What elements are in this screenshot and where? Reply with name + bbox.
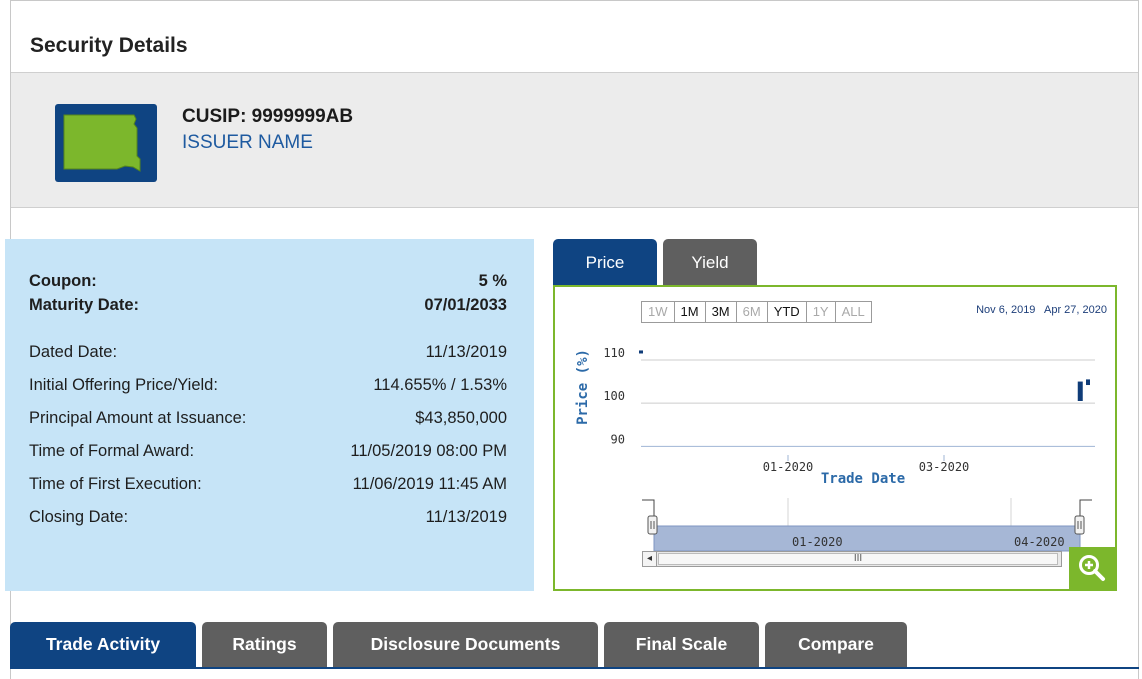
cusip-label: CUSIP: 9999999AB <box>182 106 354 127</box>
tab-underline <box>10 667 1139 669</box>
y-tick-label: 110 <box>603 346 625 360</box>
tab-trade-activity[interactable]: Trade Activity <box>10 622 196 667</box>
detail-value: 5 % <box>478 272 507 290</box>
price-bar[interactable] <box>639 350 643 354</box>
detail-label: Coupon: <box>29 272 97 290</box>
tab-compare[interactable]: Compare <box>765 622 907 667</box>
y-axis-title: Price (%) <box>575 349 591 425</box>
price-chart-container: 1W 1M 3M 6M YTD 1Y ALL Nov 6, 2019 Apr 2… <box>553 285 1117 591</box>
y-tick-label: 100 <box>603 389 625 403</box>
detail-label: Time of Formal Award: <box>29 442 195 460</box>
navigator-left-handle[interactable] <box>647 515 658 535</box>
detail-row-principal-amount: Principal Amount at Issuance: $43,850,00… <box>29 409 507 431</box>
detail-row-first-execution: Time of First Execution: 11/06/2019 11:4… <box>29 475 507 497</box>
detail-label: Principal Amount at Issuance: <box>29 409 247 427</box>
issuer-band: CUSIP: 9999999AB ISSUER NAME <box>11 73 1138 208</box>
detail-row-dated-date: Dated Date: 11/13/2019 <box>29 343 507 365</box>
zoom-button[interactable] <box>1069 547 1115 589</box>
navigator-tick-label: 04-2020 <box>1014 535 1065 549</box>
tab-final-scale[interactable]: Final Scale <box>604 622 759 667</box>
navigator-right-handle[interactable] <box>1074 515 1085 535</box>
price-bar[interactable] <box>1086 379 1090 386</box>
detail-label: Initial Offering Price/Yield: <box>29 376 218 394</box>
detail-row-coupon: Coupon: 5 % <box>29 272 507 294</box>
tab-yield[interactable]: Yield <box>663 239 757 286</box>
detail-value: $43,850,000 <box>415 409 507 427</box>
page-header: Security Details <box>11 1 1138 73</box>
scroll-left-icon[interactable]: ◂ <box>643 552 657 566</box>
navigator: 01-2020 04-2020 <box>642 498 1092 552</box>
tab-price[interactable]: Price <box>553 239 657 286</box>
issuer-name-link[interactable]: ISSUER NAME <box>182 132 313 154</box>
detail-row-closing-date: Closing Date: 11/13/2019 <box>29 508 507 530</box>
zoom-in-icon <box>1079 555 1105 581</box>
x-axis-title: Trade Date <box>821 471 905 487</box>
detail-label: Time of First Execution: <box>29 475 202 493</box>
detail-row-maturity-date: Maturity Date: 07/01/2033 <box>29 296 507 318</box>
x-tick-label: 03-2020 <box>919 460 970 474</box>
detail-label: Maturity Date: <box>29 296 140 314</box>
navigator-tick-label: 01-2020 <box>792 535 843 549</box>
detail-value: 11/13/2019 <box>425 343 507 361</box>
price-chart: 90 100 110 01-2020 03-2020 Price (%) Trade D… <box>575 346 1095 552</box>
detail-label: Closing Date: <box>29 508 129 526</box>
detail-value: 11/05/2019 08:00 PM <box>350 442 507 460</box>
x-tick-label: 01-2020 <box>763 460 814 474</box>
detail-row-formal-award: Time of Formal Award: 11/05/2019 08:00 P… <box>29 442 507 464</box>
security-details-panel: Coupon: 5 % Maturity Date: 07/01/2033 Da… <box>5 239 534 591</box>
page-title: Security Details <box>30 34 188 57</box>
navigator-scrollbar[interactable]: ◂ III <box>642 551 1062 567</box>
tab-disclosure-documents[interactable]: Disclosure Documents <box>333 622 598 667</box>
detail-label: Dated Date: <box>29 343 118 361</box>
tab-ratings[interactable]: Ratings <box>202 622 327 667</box>
detail-row-initial-offering: Initial Offering Price/Yield: 114.655% /… <box>29 376 507 398</box>
detail-value: 11/06/2019 11:45 AM <box>352 475 507 493</box>
south-dakota-state-icon <box>55 104 157 182</box>
y-tick-label: 90 <box>611 432 625 446</box>
detail-value: 07/01/2033 <box>424 296 507 314</box>
detail-value: 11/13/2019 <box>425 508 507 526</box>
scrollbar-thumb[interactable]: III <box>658 553 1058 565</box>
price-bar[interactable] <box>1077 381 1083 401</box>
detail-value: 114.655% / 1.53% <box>373 376 507 394</box>
